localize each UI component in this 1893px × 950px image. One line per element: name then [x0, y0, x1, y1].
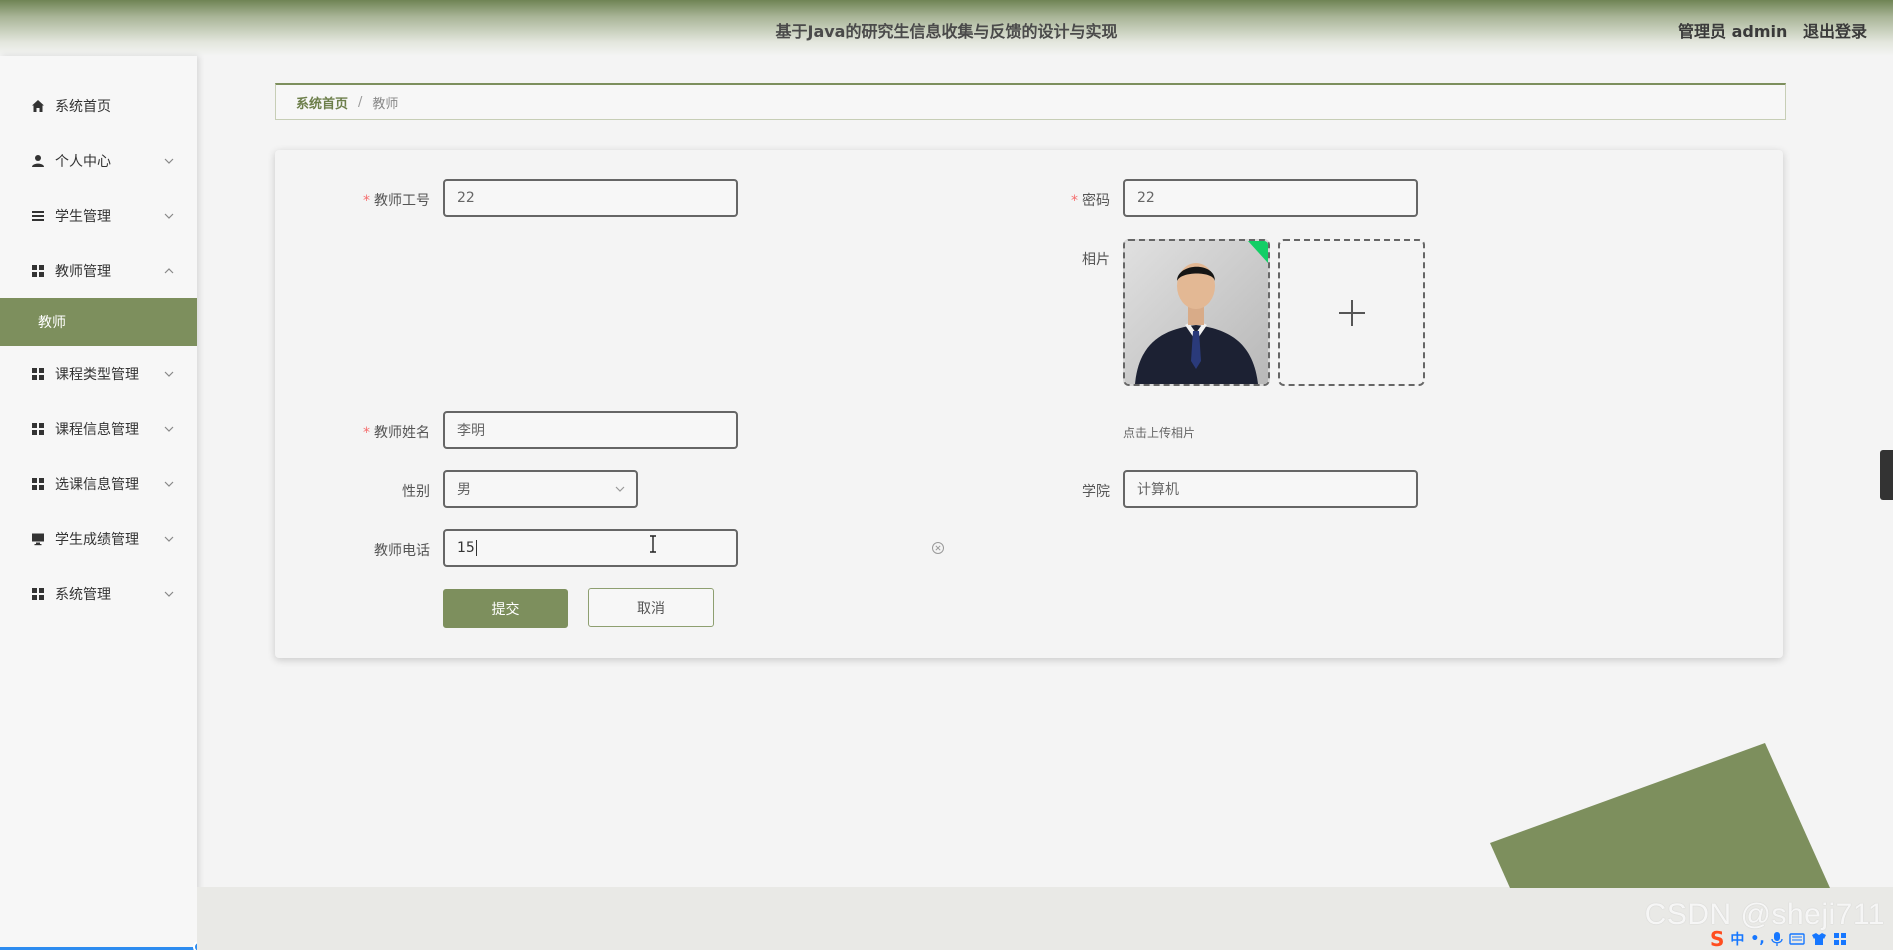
- ime-toolbar: S 中 •,: [1710, 927, 1847, 950]
- sidebar-item-grades[interactable]: 学生成绩管理: [0, 511, 197, 566]
- grid-icon: [30, 421, 46, 437]
- decorative-shape: [1490, 743, 1830, 888]
- teacher-name-label: * 教师姓名: [363, 425, 430, 441]
- chevron-down-icon: [615, 486, 625, 492]
- chevron-down-icon: [164, 426, 174, 432]
- sidebar-item-label: 教师管理: [55, 263, 111, 280]
- breadcrumb-current: 教师: [372, 96, 399, 112]
- sidebar-item-home[interactable]: 系统首页: [0, 78, 197, 133]
- teacher-id-value: 22: [457, 190, 475, 206]
- gender-label: 性别: [402, 484, 430, 500]
- plus-icon: [1338, 299, 1365, 326]
- teacher-name-input[interactable]: 李明: [443, 411, 738, 449]
- clear-icon[interactable]: [931, 541, 945, 555]
- user-label: 管理员 admin: [1678, 22, 1788, 41]
- phone-value: 15: [457, 540, 475, 556]
- grid-icon: [30, 366, 46, 382]
- list-icon: [30, 208, 46, 224]
- chevron-down-icon: [164, 213, 174, 219]
- skin-icon[interactable]: [1811, 932, 1827, 946]
- footer-band: [197, 887, 1893, 950]
- monitor-icon: [30, 531, 46, 547]
- chevron-down-icon: [164, 481, 174, 487]
- gender-select[interactable]: 男: [443, 470, 638, 508]
- sidebar-item-teachers[interactable]: 教师管理: [0, 243, 197, 298]
- password-label: * 密码: [1071, 193, 1110, 209]
- logout-link[interactable]: 退出登录: [1803, 22, 1867, 41]
- teacher-id-label: * 教师工号: [363, 193, 430, 209]
- grid-icon: [30, 263, 46, 279]
- top-header: 基于Java的研究生信息收集与反馈的设计与实现 管理员 admin 退出登录: [0, 0, 1893, 56]
- upload-hint: 点击上传相片: [1123, 426, 1196, 440]
- sidebar-item-course-types[interactable]: 课程类型管理: [0, 346, 197, 401]
- sidebar-item-personal[interactable]: 个人中心: [0, 133, 197, 188]
- password-input[interactable]: 22: [1123, 179, 1418, 217]
- college-input[interactable]: 计算机: [1123, 470, 1418, 508]
- required-mark: *: [363, 425, 370, 441]
- keyboard-icon[interactable]: [1788, 932, 1805, 946]
- phone-input[interactable]: 15: [443, 529, 738, 567]
- phone-label: 教师电话: [374, 543, 430, 559]
- sidebar-subitem-teacher[interactable]: 教师: [0, 298, 197, 346]
- required-mark: *: [363, 193, 370, 209]
- toolbox-icon[interactable]: [1833, 932, 1847, 946]
- cancel-button[interactable]: 取消: [588, 588, 714, 627]
- sidebar-item-label: 学生管理: [55, 208, 111, 225]
- submit-button[interactable]: 提交: [443, 589, 568, 628]
- punctuation-icon[interactable]: •,: [1750, 931, 1764, 947]
- teacher-id-input[interactable]: 22: [443, 179, 738, 217]
- user-area: 管理员 admin 退出登录: [1668, 18, 1867, 42]
- grid-icon: [30, 476, 46, 492]
- chevron-down-icon: [164, 371, 174, 377]
- password-value: 22: [1137, 190, 1155, 206]
- uploaded-photo[interactable]: [1123, 239, 1270, 386]
- microphone-icon[interactable]: [1771, 931, 1783, 947]
- teacher-form-card: * 教师工号 22 * 密码 22 相片 点击上传相片 * 教师姓名 李明 性别…: [275, 150, 1783, 658]
- chevron-down-icon: [164, 536, 174, 542]
- breadcrumb-home[interactable]: 系统首页: [296, 93, 348, 112]
- portrait-image: [1125, 241, 1268, 384]
- sidebar-item-system[interactable]: 系统管理: [0, 566, 197, 621]
- sidebar: 系统首页 个人中心 学生管理 教师管理 教师 课程类型管理 课程信息管理 选课信…: [0, 56, 197, 950]
- grid-icon: [30, 586, 46, 602]
- sidebar-item-course-info[interactable]: 课程信息管理: [0, 401, 197, 456]
- sidebar-subitem-label: 教师: [38, 315, 66, 331]
- sidebar-item-enrollment[interactable]: 选课信息管理: [0, 456, 197, 511]
- college-label: 学院: [1082, 484, 1110, 500]
- side-panel-handle[interactable]: [1880, 450, 1893, 500]
- sidebar-item-label: 选课信息管理: [55, 476, 139, 493]
- upload-photo-button[interactable]: [1278, 239, 1425, 386]
- sidebar-item-students[interactable]: 学生管理: [0, 188, 197, 243]
- sidebar-item-label: 系统首页: [55, 98, 111, 115]
- breadcrumb-separator: /: [358, 94, 363, 110]
- sidebar-item-label: 学生成绩管理: [55, 531, 139, 548]
- teacher-name-value: 李明: [457, 423, 485, 439]
- chevron-down-icon: [164, 158, 174, 164]
- user-icon: [30, 153, 46, 169]
- chevron-up-icon: [164, 267, 174, 273]
- required-mark: *: [1071, 193, 1078, 209]
- college-value: 计算机: [1137, 482, 1179, 498]
- ime-lang[interactable]: 中: [1730, 929, 1744, 949]
- app-title: 基于Java的研究生信息收集与反馈的设计与实现: [775, 22, 1118, 41]
- gender-value: 男: [457, 482, 471, 498]
- sidebar-item-label: 个人中心: [55, 153, 111, 170]
- chevron-down-icon: [164, 591, 174, 597]
- home-icon: [30, 98, 46, 114]
- sogou-icon[interactable]: S: [1710, 927, 1724, 950]
- photo-label: 相片: [1082, 252, 1110, 268]
- text-cursor-icon: [648, 535, 658, 557]
- sidebar-item-label: 系统管理: [55, 586, 111, 603]
- sidebar-item-label: 课程类型管理: [55, 366, 139, 383]
- sidebar-item-label: 课程信息管理: [55, 421, 139, 438]
- breadcrumb: 系统首页 / 教师: [275, 83, 1786, 120]
- watermark: CSDN @sheji711: [1644, 898, 1885, 931]
